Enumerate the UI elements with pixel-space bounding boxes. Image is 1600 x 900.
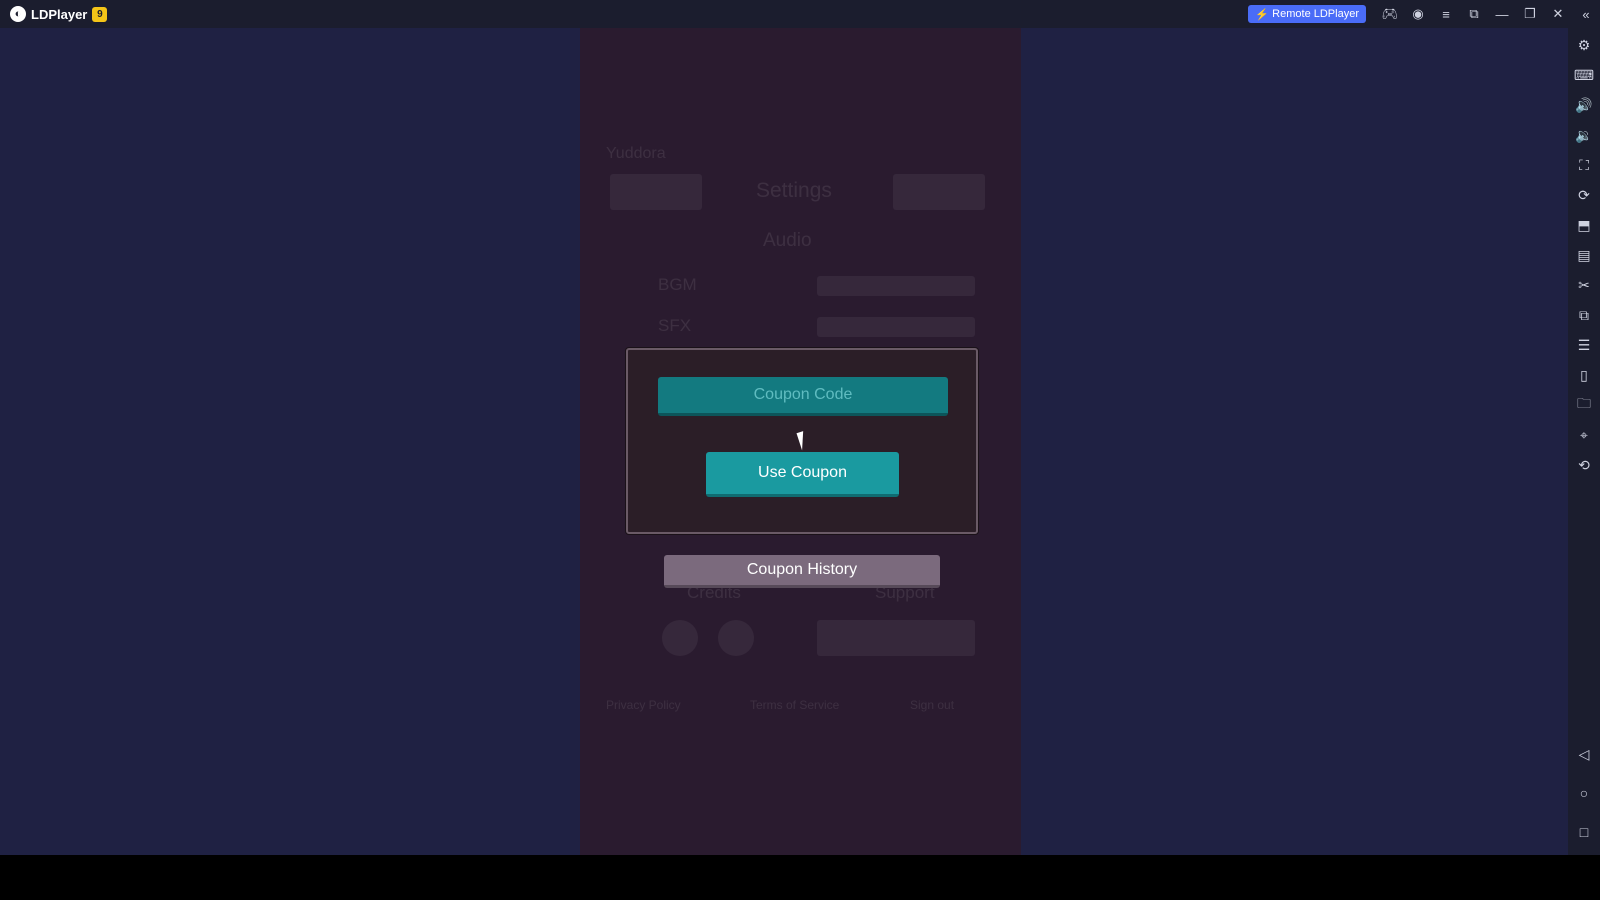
app-name: LDPlayer xyxy=(31,6,88,22)
screenshot-icon[interactable]: ⛶ xyxy=(1568,150,1600,180)
bottom-bar xyxy=(0,855,1600,900)
settings-title: Settings xyxy=(756,179,832,202)
app-logo: ◐ LDPlayer 9 xyxy=(10,6,108,22)
restore-icon[interactable]: ⧉ xyxy=(1460,0,1488,28)
home-icon[interactable]: ○ xyxy=(1568,778,1600,808)
menu-icon[interactable]: ≡ xyxy=(1432,0,1460,28)
coupon-code-input[interactable]: Coupon Code xyxy=(658,377,948,416)
player-name: Yuddora xyxy=(606,145,666,162)
volume-down-icon[interactable]: 🔉 xyxy=(1568,120,1600,150)
dim-button-left xyxy=(610,174,702,210)
footer-link-signout: Sign out xyxy=(910,698,955,712)
game-view[interactable]: Yuddora Settings Audio BGM SFX Credits S… xyxy=(580,28,1021,855)
footer-link-privacy: Privacy Policy xyxy=(606,698,681,712)
multi-window-icon[interactable]: ⧉ xyxy=(1568,300,1600,330)
minimize-icon[interactable]: — xyxy=(1488,0,1516,28)
bgm-label: BGM xyxy=(658,275,697,294)
sync-icon[interactable]: ⟳ xyxy=(1568,180,1600,210)
audio-heading: Audio xyxy=(763,230,812,251)
folder-icon[interactable]: 🗀 xyxy=(1568,390,1600,420)
discord-icon xyxy=(718,620,754,656)
collapse-sidebar-icon[interactable]: « xyxy=(1572,0,1600,28)
back-icon[interactable]: ◁ xyxy=(1568,739,1600,769)
footer-link-terms: Terms of Service xyxy=(750,698,840,712)
version-badge: 9 xyxy=(92,6,108,22)
notes-icon[interactable]: ☰ xyxy=(1568,330,1600,360)
emulator-screen: Yuddora Settings Audio BGM SFX Credits S… xyxy=(0,28,1568,855)
dim-button-right xyxy=(893,174,985,210)
install-apk-icon[interactable]: ⬒ xyxy=(1568,210,1600,240)
gamepad-icon[interactable]: 🎮︎ xyxy=(1376,0,1404,28)
apk-icon[interactable]: ▤ xyxy=(1568,240,1600,270)
recents-icon[interactable]: □ xyxy=(1568,817,1600,847)
rotate-icon[interactable]: ⟲ xyxy=(1568,450,1600,480)
bgm-slider xyxy=(817,276,975,296)
dim-button-bottom xyxy=(817,620,975,656)
scissors-icon[interactable]: ✂ xyxy=(1568,270,1600,300)
remote-ldplayer-button[interactable]: ⚡ Remote LDPlayer xyxy=(1248,5,1366,23)
coupon-history-button[interactable]: Coupon History xyxy=(664,555,940,588)
account-icon[interactable]: ◉ xyxy=(1404,0,1432,28)
emulator-sidebar: ⚙ ⌨ 🔊 🔉 ⛶ ⟳ ⬒ ▤ ✂ ⧉ ☰ ▯ 🗀 ⌖ ⟲ ◁ ○ □ xyxy=(1568,28,1600,855)
sfx-label: SFX xyxy=(658,316,692,335)
location-icon[interactable]: ⌖ xyxy=(1568,420,1600,450)
shake-icon[interactable]: ▯ xyxy=(1568,360,1600,390)
maximize-icon[interactable]: ❐ xyxy=(1516,0,1544,28)
keyboard-icon[interactable]: ⌨ xyxy=(1568,60,1600,90)
youtube-icon xyxy=(662,620,698,656)
sfx-slider xyxy=(817,317,975,337)
use-coupon-button[interactable]: Use Coupon xyxy=(706,452,899,497)
volume-up-icon[interactable]: 🔊 xyxy=(1568,90,1600,120)
close-icon[interactable]: ✕ xyxy=(1544,0,1572,28)
title-bar: ◐ LDPlayer 9 ⚡ Remote LDPlayer 🎮︎ ◉ ≡ ⧉ … xyxy=(0,0,1600,28)
settings-icon[interactable]: ⚙ xyxy=(1568,30,1600,60)
ldplayer-logo-icon: ◐ xyxy=(10,6,26,22)
